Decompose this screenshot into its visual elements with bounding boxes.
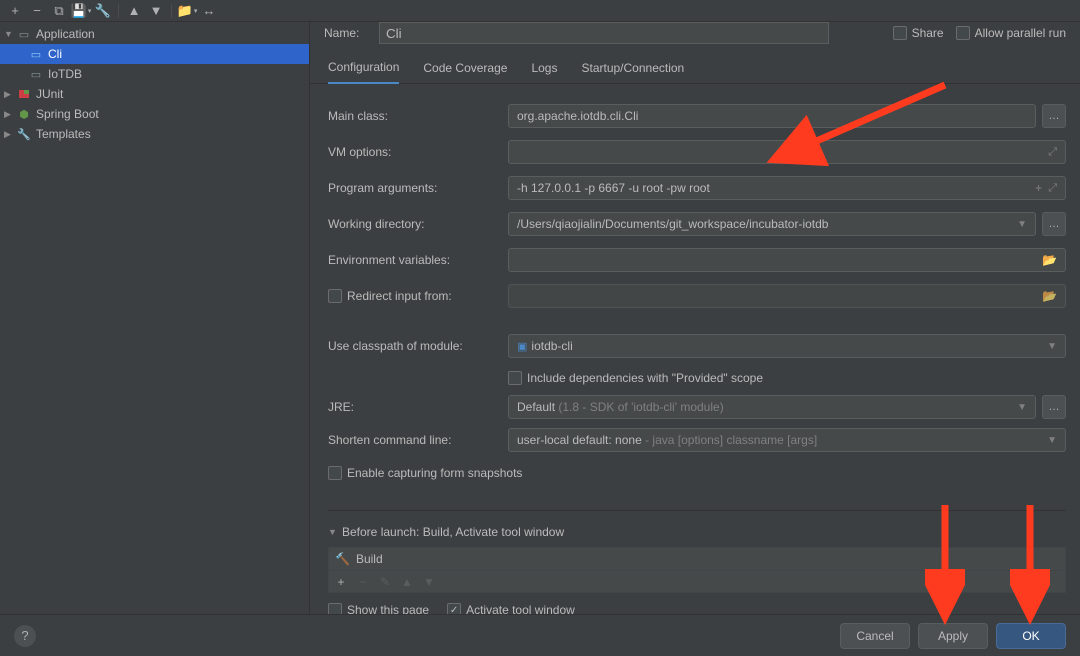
env-vars-input[interactable]: 📂 (508, 248, 1066, 272)
snapshots-checkbox[interactable]: Enable capturing form snapshots (328, 466, 522, 480)
folder-icon[interactable]: 📁 (178, 2, 196, 20)
folder-open-icon: 📂 (1042, 289, 1057, 303)
shorten-label: Shorten command line: (328, 433, 508, 447)
cancel-button[interactable]: Cancel (840, 623, 910, 649)
move-down-icon[interactable]: ▼ (147, 2, 165, 20)
jre-select[interactable]: Default (1.8 - SDK of 'iotdb-cli' module… (508, 395, 1036, 419)
main-class-label: Main class: (328, 109, 508, 123)
tab-logs[interactable]: Logs (531, 52, 557, 84)
working-dir-input[interactable]: /Users/qiaojialin/Documents/git_workspac… (508, 212, 1036, 236)
tab-code-coverage[interactable]: Code Coverage (423, 52, 507, 84)
module-icon: ▣ (517, 340, 527, 353)
redirect-input-checkbox[interactable]: Redirect input from: (328, 289, 508, 303)
main-class-input[interactable]: org.apache.iotdb.cli.Cli (508, 104, 1036, 128)
shorten-select[interactable]: user-local default: none - java [options… (508, 428, 1066, 452)
bl-up-button[interactable]: ▲ (397, 575, 417, 589)
tree-node-iotdb[interactable]: ▭IoTDB (0, 64, 309, 84)
expand-icon[interactable]: ↔ (200, 2, 218, 20)
working-dir-label: Working directory: (328, 217, 508, 231)
move-up-icon[interactable]: ▲ (125, 2, 143, 20)
sidebar-toolbar: + − ⧉ 💾 🔧 ▲ ▼ 📁 ↔ (0, 0, 1080, 22)
classpath-label: Use classpath of module: (328, 339, 508, 353)
vm-options-input[interactable]: ⤢ (508, 140, 1066, 164)
provided-scope-checkbox[interactable]: Include dependencies with "Provided" sco… (508, 371, 763, 385)
add-icon[interactable]: + (6, 2, 24, 20)
folder-open-icon[interactable]: 📂 (1042, 253, 1057, 267)
working-dir-browse[interactable]: … (1042, 212, 1066, 236)
classpath-select[interactable]: ▣iotdb-cli▼ (508, 334, 1066, 358)
before-launch-item-build[interactable]: 🔨Build (329, 548, 1065, 570)
save-icon[interactable]: 💾 (72, 2, 90, 20)
bl-down-button[interactable]: ▼ (419, 575, 439, 589)
hammer-icon: 🔨 (335, 552, 350, 566)
tab-configuration[interactable]: Configuration (328, 52, 399, 84)
program-args-input[interactable]: -h 127.0.0.1 -p 6667 -u root -pw root+⤢ (508, 176, 1066, 200)
before-launch-header[interactable]: ▼Before launch: Build, Activate tool win… (328, 521, 1066, 543)
sidebar: ▼▭Application ▭Cli ▭IoTDB ▶JUnit ▶⬢Sprin… (0, 22, 310, 614)
apply-button[interactable]: Apply (918, 623, 988, 649)
jre-label: JRE: (328, 400, 508, 414)
bl-edit-button[interactable]: ✎ (375, 575, 395, 589)
tree-node-templates[interactable]: ▶🔧Templates (0, 124, 309, 144)
jre-browse[interactable]: … (1042, 395, 1066, 419)
tab-startup[interactable]: Startup/Connection (581, 52, 684, 84)
share-checkbox[interactable]: Share (893, 26, 944, 40)
bl-add-button[interactable]: + (331, 575, 351, 589)
main-class-browse[interactable]: … (1042, 104, 1066, 128)
vm-options-label: VM options: (328, 145, 508, 159)
tabs: Configuration Code Coverage Logs Startup… (310, 52, 1080, 84)
copy-icon[interactable]: ⧉ (50, 2, 68, 20)
env-vars-label: Environment variables: (328, 253, 508, 267)
tree-node-cli[interactable]: ▭Cli (0, 44, 309, 64)
name-input[interactable] (379, 22, 829, 44)
tree-node-application[interactable]: ▼▭Application (0, 24, 309, 44)
name-label: Name: (324, 26, 367, 40)
tree-node-spring[interactable]: ▶⬢Spring Boot (0, 104, 309, 124)
remove-icon[interactable]: − (28, 2, 46, 20)
ok-button[interactable]: OK (996, 623, 1066, 649)
main-panel: Name: Share Allow parallel run Configura… (310, 22, 1080, 614)
wrench-icon[interactable]: 🔧 (94, 2, 112, 20)
tree-node-junit[interactable]: ▶JUnit (0, 84, 309, 104)
program-args-label: Program arguments: (328, 181, 508, 195)
bl-remove-button[interactable]: − (353, 575, 373, 589)
help-button[interactable]: ? (14, 625, 36, 647)
parallel-checkbox[interactable]: Allow parallel run (956, 26, 1066, 40)
redirect-input-field: 📂 (508, 284, 1066, 308)
